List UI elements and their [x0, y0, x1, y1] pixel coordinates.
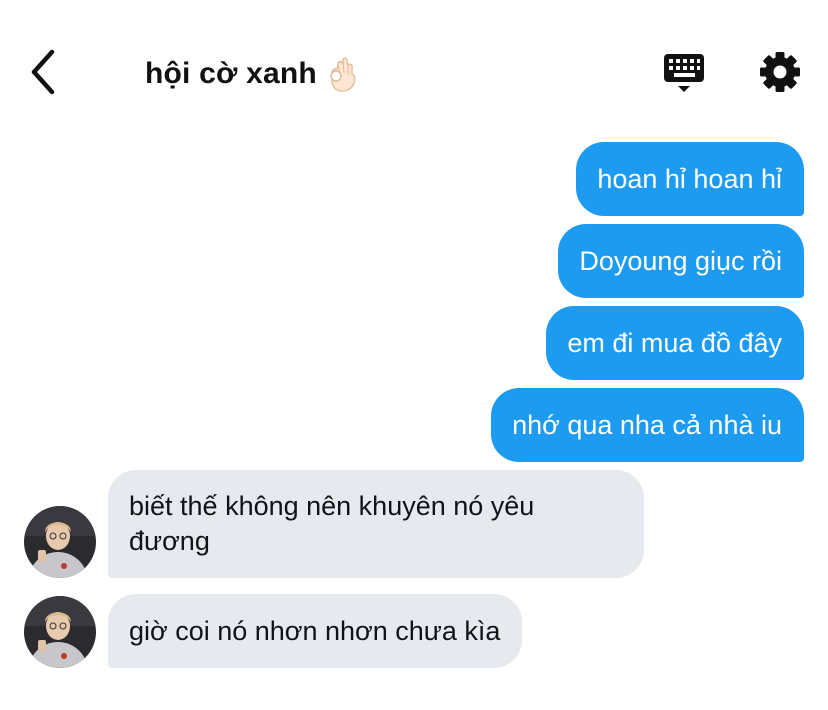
dm-conversation-screen: hội cờ xanh hoan hỉ hoan hỉ Doyoung giục… — [0, 0, 828, 710]
back-chevron-icon — [31, 49, 55, 95]
gear-icon — [760, 52, 800, 92]
settings-button[interactable] — [756, 48, 804, 96]
back-button[interactable] — [24, 46, 64, 98]
conversation-title-text: hội cờ xanh — [145, 57, 317, 90]
keyboard-icon — [664, 54, 704, 92]
sender-avatar[interactable] — [24, 596, 96, 668]
conversation-title[interactable]: hội cờ xanh — [145, 52, 359, 96]
outgoing-message[interactable]: hoan hỉ hoan hỉ — [576, 142, 804, 216]
incoming-message[interactable]: biết thế không nên khuyên nó yêu đương — [108, 470, 644, 578]
sender-avatar[interactable] — [24, 506, 96, 578]
outgoing-message[interactable]: em đi mua đồ đây — [546, 306, 804, 380]
avatar-image — [24, 506, 96, 578]
avatar-image — [24, 596, 96, 668]
incoming-message[interactable]: giờ coi nó nhơn nhơn chưa kìa — [108, 594, 523, 668]
conversation-header: hội cờ xanh — [0, 0, 828, 130]
outgoing-message[interactable]: Doyoung giục rồi — [558, 224, 804, 298]
keyboard-button[interactable] — [660, 50, 708, 96]
outgoing-message[interactable]: nhớ qua nha cả nhà iu — [491, 388, 804, 462]
ok-hand-emoji-icon — [325, 54, 359, 94]
